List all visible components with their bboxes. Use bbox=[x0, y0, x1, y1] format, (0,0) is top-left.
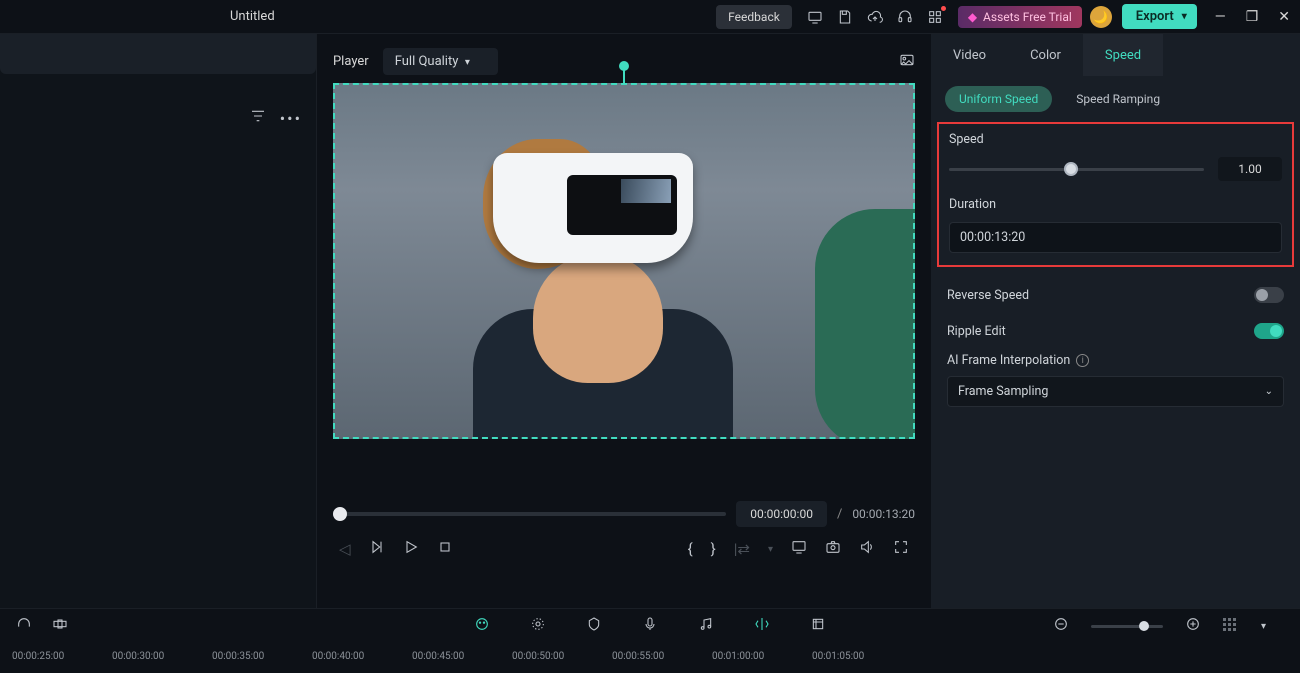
zoom-out-button[interactable] bbox=[1053, 616, 1069, 636]
range-tool-icon[interactable]: |⇄ bbox=[734, 540, 750, 558]
timeline-view-caret-icon[interactable]: ▾ bbox=[1261, 621, 1266, 632]
mark-in-icon[interactable]: { bbox=[688, 540, 693, 558]
diamond-icon: ◆ bbox=[968, 10, 977, 24]
zoom-slider[interactable] bbox=[1091, 625, 1163, 628]
voiceover-icon[interactable] bbox=[642, 616, 658, 636]
ruler-tick: 00:00:50:00 bbox=[512, 651, 564, 662]
mark-out-icon[interactable]: } bbox=[711, 540, 716, 558]
ruler-tick: 00:00:35:00 bbox=[212, 651, 264, 662]
support-icon[interactable] bbox=[895, 7, 915, 27]
split-icon[interactable] bbox=[754, 616, 770, 636]
music-icon[interactable] bbox=[698, 616, 714, 636]
ruler-tick: 00:00:25:00 bbox=[12, 651, 64, 662]
interp-dropdown[interactable]: Frame Sampling ⌄ bbox=[947, 376, 1284, 407]
fullscreen-icon[interactable] bbox=[893, 539, 909, 559]
ruler-tick: 00:00:30:00 bbox=[112, 651, 164, 662]
timeline-ruler[interactable]: 00:00:25:00 00:00:30:00 00:00:35:00 00:0… bbox=[6, 647, 1294, 673]
tab-speed[interactable]: Speed bbox=[1083, 34, 1163, 76]
media-panel: ••• bbox=[0, 34, 317, 608]
duration-input[interactable]: 00:00:13:20 bbox=[949, 222, 1282, 253]
more-menu-icon[interactable]: ••• bbox=[280, 109, 302, 128]
chevron-down-icon: ▾ bbox=[465, 57, 470, 68]
media-panel-header bbox=[0, 34, 316, 74]
tab-color[interactable]: Color bbox=[1008, 34, 1083, 76]
duration-label: Duration bbox=[949, 197, 1282, 212]
inspector-tabs: Video Color Speed bbox=[931, 34, 1300, 76]
interp-label: AI Frame Interpolation bbox=[947, 353, 1070, 368]
zoom-slider-handle[interactable] bbox=[1139, 621, 1149, 631]
export-label: Export bbox=[1136, 9, 1174, 24]
zoom-in-button[interactable] bbox=[1185, 616, 1201, 636]
selection-outline[interactable] bbox=[333, 83, 915, 439]
preview-viewport[interactable] bbox=[333, 83, 915, 439]
display-settings-icon[interactable] bbox=[791, 539, 807, 559]
ruler-tick: 00:00:45:00 bbox=[412, 651, 464, 662]
window-minimize-button[interactable]: — bbox=[1215, 9, 1226, 25]
speed-value-input[interactable]: 1.00 bbox=[1218, 157, 1282, 181]
speed-label: Speed bbox=[949, 132, 1282, 147]
play-button[interactable] bbox=[403, 539, 419, 559]
apps-grid-icon[interactable] bbox=[925, 7, 945, 27]
crop-icon[interactable] bbox=[810, 616, 826, 636]
window-close-button[interactable]: ✕ bbox=[1278, 9, 1290, 25]
project-title: Untitled bbox=[230, 9, 275, 24]
tab-video[interactable]: Video bbox=[931, 34, 1008, 76]
window-maximize-button[interactable]: ❐ bbox=[1246, 9, 1259, 25]
speed-slider[interactable] bbox=[949, 168, 1204, 171]
quality-dropdown[interactable]: Full Quality ▾ bbox=[383, 48, 498, 75]
timeline-tool-b-icon[interactable] bbox=[52, 616, 68, 636]
timeline-view-grid-icon[interactable] bbox=[1223, 618, 1239, 634]
assets-trial-label: Assets Free Trial bbox=[983, 10, 1072, 24]
filter-icon[interactable] bbox=[250, 108, 266, 128]
ripple-edit-toggle[interactable] bbox=[1254, 323, 1284, 339]
inspector-panel: Video Color Speed Uniform Speed Speed Ra… bbox=[931, 34, 1300, 608]
player-panel: Player Full Quality ▾ 00:00:00:00 / 00:0… bbox=[317, 34, 931, 608]
effects-icon[interactable] bbox=[530, 616, 546, 636]
quality-value: Full Quality bbox=[395, 54, 459, 69]
ripple-edit-label: Ripple Edit bbox=[947, 324, 1006, 339]
export-button[interactable]: Export ▾ bbox=[1122, 4, 1197, 29]
save-icon[interactable] bbox=[835, 7, 855, 27]
timeline-tool-a-icon[interactable] bbox=[16, 616, 32, 636]
assets-trial-button[interactable]: ◆ Assets Free Trial bbox=[958, 6, 1082, 28]
marker-icon[interactable] bbox=[586, 616, 602, 636]
titlebar: Untitled Feedback ◆ Assets Free Trial 🌙 E… bbox=[0, 0, 1300, 34]
info-icon[interactable]: i bbox=[1076, 354, 1089, 367]
user-avatar[interactable]: 🌙 bbox=[1090, 6, 1112, 28]
cloud-upload-icon[interactable] bbox=[865, 7, 885, 27]
step-forward-button[interactable] bbox=[369, 539, 385, 559]
snapshot-button[interactable] bbox=[825, 539, 841, 559]
ruler-tick: 00:01:00:00 bbox=[712, 651, 764, 662]
stop-button[interactable] bbox=[437, 539, 453, 559]
chevron-down-icon: ▾ bbox=[1182, 11, 1187, 22]
speed-slider-handle[interactable] bbox=[1064, 162, 1078, 176]
subtab-speed-ramping[interactable]: Speed Ramping bbox=[1062, 86, 1174, 112]
ruler-tick: 00:01:05:00 bbox=[812, 651, 864, 662]
playhead-scrubber[interactable] bbox=[333, 512, 726, 516]
interp-value: Frame Sampling bbox=[958, 384, 1048, 399]
current-time-display: 00:00:00:00 bbox=[736, 501, 827, 527]
timeline-panel: ▾ 00:00:25:00 00:00:30:00 00:00:35:00 00… bbox=[0, 608, 1300, 673]
ruler-tick: 00:00:55:00 bbox=[612, 651, 664, 662]
device-preview-icon[interactable] bbox=[805, 7, 825, 27]
player-label: Player bbox=[333, 54, 369, 69]
snapshot-icon[interactable] bbox=[899, 52, 915, 72]
ruler-tick: 00:00:40:00 bbox=[312, 651, 364, 662]
reverse-speed-toggle[interactable] bbox=[1254, 287, 1284, 303]
speed-duration-group: Speed 1.00 Duration 00:00:13:20 bbox=[937, 122, 1294, 267]
reverse-speed-label: Reverse Speed bbox=[947, 288, 1029, 303]
subtab-uniform-speed[interactable]: Uniform Speed bbox=[945, 86, 1052, 112]
chevron-down-icon[interactable]: ▾ bbox=[768, 544, 773, 555]
total-time-display: 00:00:13:20 bbox=[852, 507, 915, 521]
time-separator: / bbox=[837, 507, 842, 522]
chevron-down-icon: ⌄ bbox=[1265, 386, 1273, 397]
playhead-handle[interactable] bbox=[333, 507, 347, 521]
volume-icon[interactable] bbox=[859, 539, 875, 559]
feedback-button[interactable]: Feedback bbox=[716, 5, 792, 29]
timeline-logo-icon[interactable] bbox=[474, 616, 490, 636]
prev-frame-button[interactable]: ◁ bbox=[339, 540, 351, 558]
